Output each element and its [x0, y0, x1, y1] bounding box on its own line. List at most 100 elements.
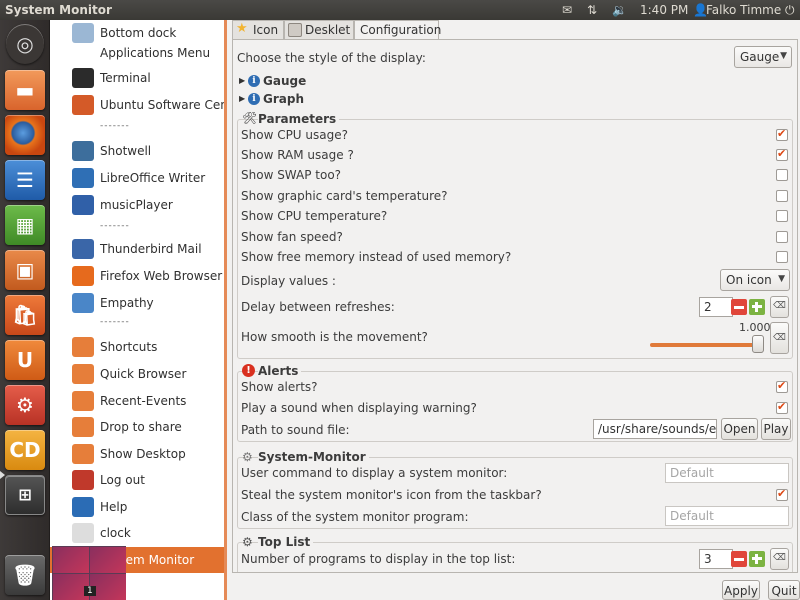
- dock-list-item-label: clock: [100, 526, 131, 540]
- quick-browser-folder-icon: [72, 364, 94, 384]
- parameter-checkbox[interactable]: [776, 231, 788, 243]
- dock-list-item[interactable]: Log out: [50, 467, 224, 493]
- scrollbar[interactable]: [792, 39, 798, 573]
- ubuntu-one-icon[interactable]: U: [5, 340, 45, 380]
- delay-input[interactable]: 2: [699, 297, 733, 317]
- tab-configuration[interactable]: Configuration: [354, 20, 441, 40]
- clear-delay-button[interactable]: ⌫: [770, 296, 789, 318]
- thunderbird-icon: [72, 239, 94, 259]
- firefox-icon: [72, 266, 94, 286]
- workspace-switcher-icon[interactable]: ⊞: [5, 475, 45, 515]
- info-icon: i: [248, 93, 260, 105]
- dock-list-item[interactable]: Drop to share: [50, 414, 224, 440]
- steal-icon-label: Steal the system monitor's icon from the…: [241, 488, 542, 502]
- power-icon[interactable]: ⏻: [785, 3, 795, 18]
- clear-programs-count-button[interactable]: ⌫: [770, 548, 789, 570]
- expander-arrow-icon[interactable]: ▶: [239, 94, 245, 103]
- dock-list-item[interactable]: Thunderbird Mail: [50, 236, 224, 262]
- firefox-icon[interactable]: [5, 115, 45, 155]
- dock-list-item[interactable]: Shotwell: [50, 138, 224, 164]
- home-folder-icon[interactable]: ▬: [5, 70, 45, 110]
- display-values-select[interactable]: On icon ▼: [720, 269, 790, 291]
- dock-list-item[interactable]: Applications Menu: [50, 40, 224, 66]
- class-label: Class of the system monitor program:: [241, 510, 469, 524]
- libreoffice-writer-icon[interactable]: ☰: [5, 160, 45, 200]
- alerts-heading: Alerts: [258, 364, 302, 378]
- mail-icon[interactable]: ✉: [562, 3, 572, 17]
- workspace-2[interactable]: [90, 547, 126, 573]
- dock-list-item[interactable]: Help: [50, 494, 224, 520]
- dock-list-item[interactable]: Show Desktop: [50, 441, 224, 467]
- minus-icon[interactable]: [731, 299, 747, 315]
- steal-icon-checkbox[interactable]: [776, 487, 788, 501]
- system-settings-icon[interactable]: ⚙: [5, 385, 45, 425]
- libreoffice-calc-icon[interactable]: ▦: [5, 205, 45, 245]
- software-center-icon[interactable]: 🛍: [5, 295, 45, 335]
- display-style-select[interactable]: Gauge ▼: [734, 46, 792, 68]
- dock-list-item[interactable]: Ubuntu Software Cente: [50, 92, 224, 118]
- parameter-checkbox[interactable]: [776, 127, 788, 141]
- class-input[interactable]: Default: [665, 506, 789, 526]
- programs-count-input[interactable]: 3: [699, 549, 733, 569]
- shotwell-icon: [72, 141, 94, 161]
- tools-icon: 🛠: [242, 111, 258, 125]
- libreoffice-impress-icon[interactable]: ▣: [5, 250, 45, 290]
- ubuntu-dash-icon[interactable]: ◎: [6, 24, 44, 64]
- parameter-checkbox[interactable]: [776, 190, 788, 202]
- logout-icon: [72, 470, 94, 490]
- app-title: System Monitor: [5, 3, 112, 17]
- play-button[interactable]: Play: [761, 418, 791, 440]
- parameter-checkbox[interactable]: [776, 147, 788, 161]
- dock-list-item[interactable]: Recent-Events: [50, 388, 224, 414]
- parameter-checkbox[interactable]: [776, 169, 788, 181]
- minus-icon[interactable]: [731, 551, 747, 567]
- drop-to-share-icon: [72, 417, 94, 437]
- dock-list-item[interactable]: Empathy: [50, 290, 224, 316]
- open-button[interactable]: Open: [721, 418, 758, 440]
- show-desktop-icon: [72, 444, 94, 464]
- desklet-icon: [288, 23, 302, 37]
- expander-arrow-icon[interactable]: ▶: [239, 76, 245, 85]
- graph-expander[interactable]: Graph: [263, 92, 304, 106]
- clear-smooth-button[interactable]: ⌫: [770, 322, 789, 354]
- plus-icon[interactable]: [749, 299, 765, 315]
- dock-list-item[interactable]: Quick Browser: [50, 361, 224, 387]
- workspace-1[interactable]: [53, 547, 89, 573]
- workspace-preview[interactable]: 1: [52, 546, 126, 600]
- plus-icon[interactable]: [749, 551, 765, 567]
- writer-icon: [72, 168, 94, 188]
- dock-list-item[interactable]: Firefox Web Browser: [50, 263, 224, 289]
- network-icon[interactable]: ⇅: [587, 3, 597, 17]
- clock-time[interactable]: 1:40 PM: [640, 3, 688, 17]
- tab-icon[interactable]: ★ Icon: [232, 20, 284, 39]
- recent-events-folder-icon: [72, 391, 94, 411]
- parameter-label: Show free memory instead of used memory?: [241, 250, 512, 264]
- tab-desklet[interactable]: Desklet: [284, 20, 354, 39]
- gauge-expander[interactable]: Gauge: [263, 74, 306, 88]
- dock-list-item[interactable]: clock: [50, 520, 224, 546]
- workspace-badge: 1: [84, 586, 96, 596]
- play-sound-checkbox[interactable]: [776, 400, 788, 414]
- dock-list-item[interactable]: Shortcuts: [50, 334, 224, 360]
- cairo-dock-icon[interactable]: CD: [5, 430, 45, 470]
- quit-button[interactable]: Quit: [768, 580, 800, 600]
- display-style-label: Choose the style of the display:: [237, 51, 426, 65]
- dock-list-item[interactable]: Terminal: [50, 65, 224, 91]
- parameter-checkbox[interactable]: [776, 251, 788, 263]
- smooth-slider-knob[interactable]: [752, 335, 764, 353]
- user-name[interactable]: Falko Timme: [706, 3, 781, 17]
- display-values-value: On icon: [726, 273, 772, 287]
- top-list-icon: ⚙: [242, 535, 253, 549]
- parameter-checkbox[interactable]: [776, 210, 788, 222]
- dock-list-item-label: Shortcuts: [100, 340, 158, 354]
- user-command-input[interactable]: Default: [665, 463, 789, 483]
- dock-list-item[interactable]: LibreOffice Writer: [50, 165, 224, 191]
- smooth-slider-track[interactable]: [650, 343, 760, 347]
- sound-path-input[interactable]: /usr/share/sounds/err: [593, 419, 717, 439]
- delay-label: Delay between refreshes:: [241, 300, 395, 314]
- dock-list-item[interactable]: musicPlayer: [50, 192, 224, 218]
- trash-icon[interactable]: 🗑: [5, 555, 45, 595]
- volume-icon[interactable]: 🔉: [612, 3, 627, 17]
- show-alerts-checkbox[interactable]: [776, 379, 788, 393]
- apply-button[interactable]: Apply: [722, 580, 760, 600]
